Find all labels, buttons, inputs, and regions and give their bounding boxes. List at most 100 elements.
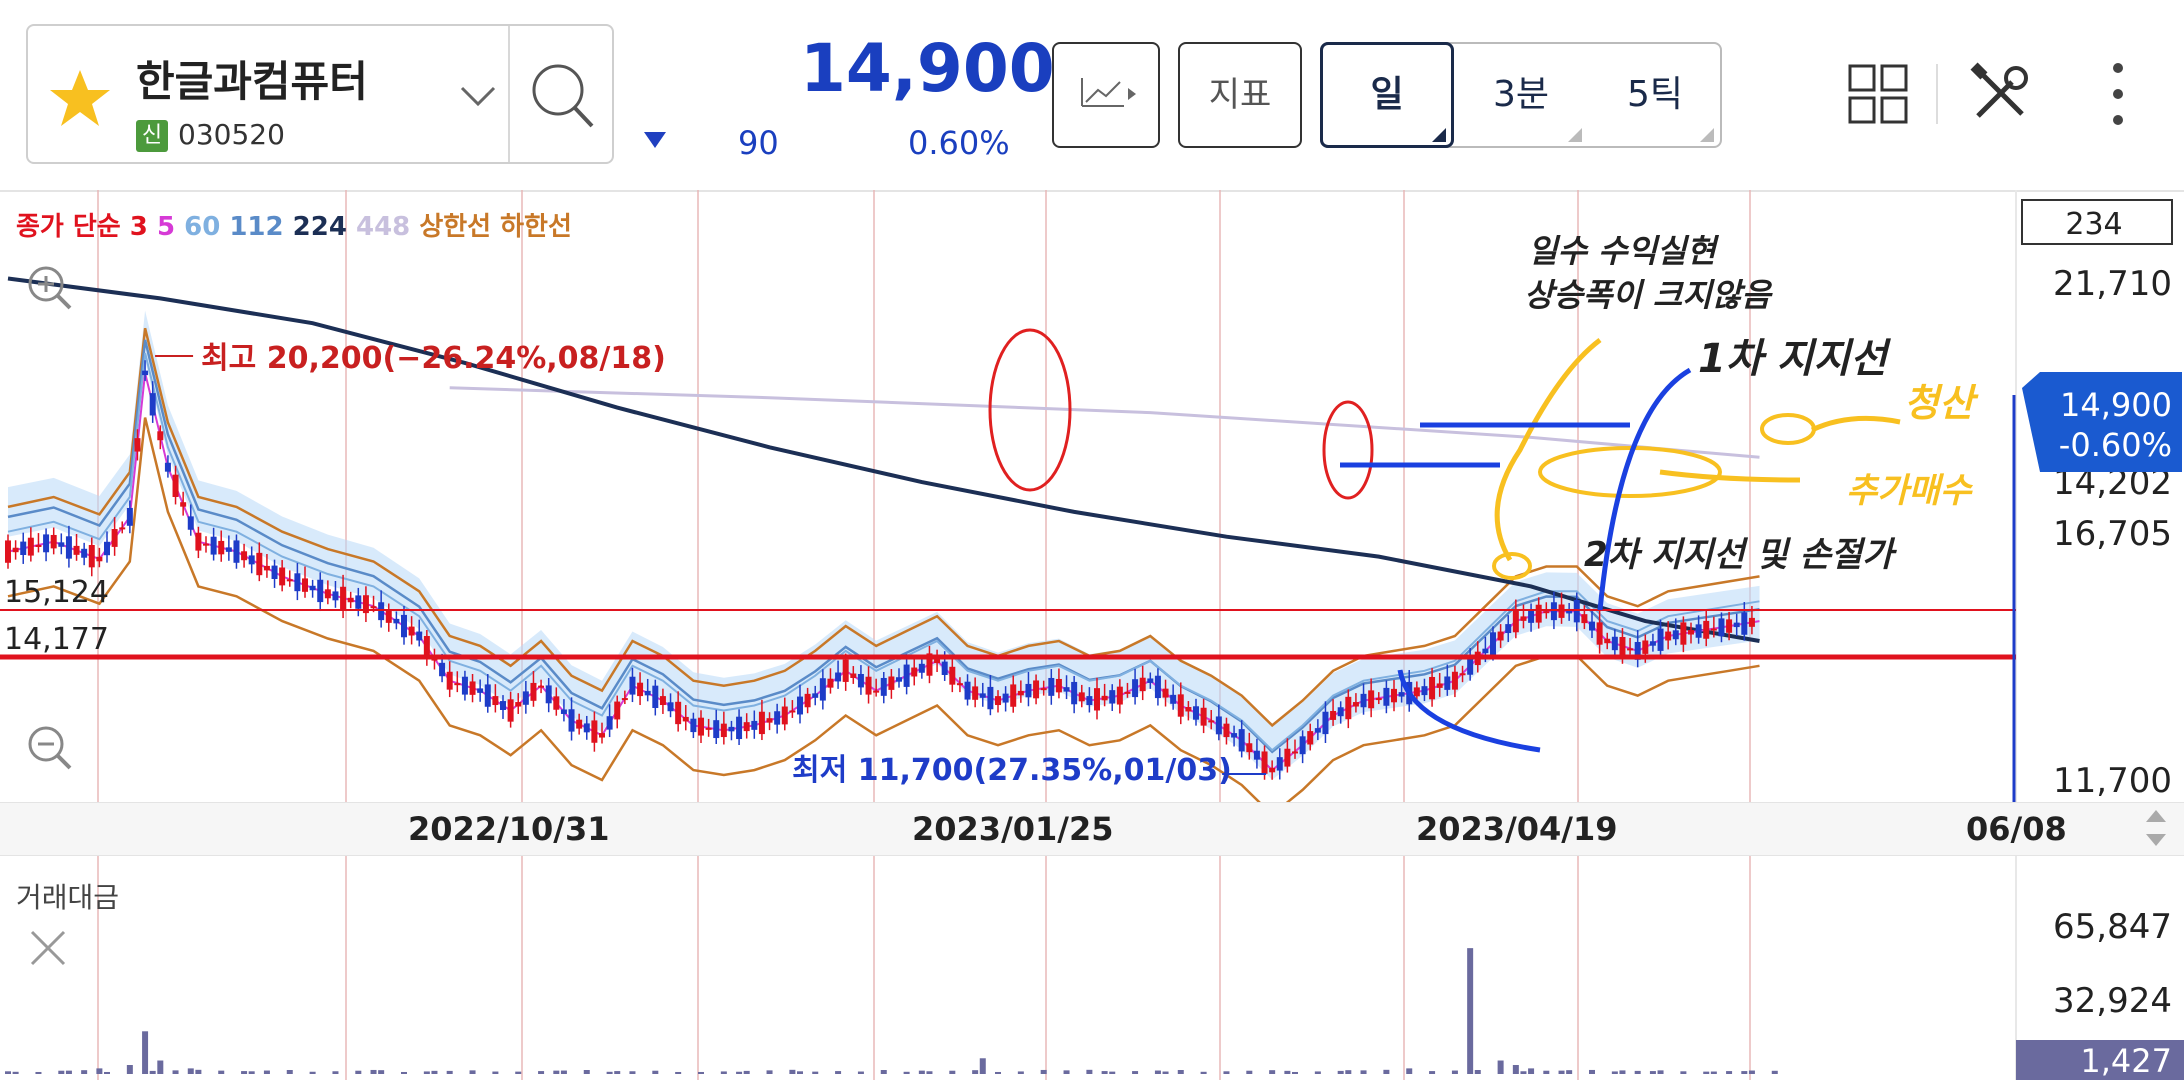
stock-selector[interactable]: 한글과컴퓨터 신 030520 [26, 24, 614, 164]
volume-bar [35, 1071, 42, 1074]
y-tick-label: 21,710 [2053, 264, 2172, 304]
candle-body [355, 595, 362, 609]
candle-body [1451, 671, 1458, 690]
candle-body [880, 677, 887, 696]
candle-body [1672, 630, 1679, 640]
candle-body [972, 686, 979, 700]
candle-body [142, 370, 149, 376]
volume-bar [1162, 1071, 1169, 1074]
price-chart[interactable]: 15,124 14,177 최고 20,200(−26.24%,08/18) 최저 … [0, 190, 2184, 802]
tools-icon[interactable] [1968, 62, 2032, 126]
candle-body [1094, 688, 1100, 711]
candle-body [1733, 622, 1740, 628]
candle-body [1238, 729, 1245, 752]
candle-body [416, 631, 423, 641]
volume-bar [1284, 1070, 1291, 1074]
candle-body [1398, 692, 1405, 697]
volume-bar [698, 1071, 704, 1074]
grid-layout-icon[interactable] [1848, 64, 1908, 124]
candle-body [1748, 617, 1755, 627]
candle-body [225, 547, 232, 552]
volume-chart[interactable]: 65,847 32,924 1,427 [0, 856, 2184, 1080]
volume-bar [1611, 1071, 1618, 1074]
candle-body [500, 701, 506, 710]
volume-bar [1748, 1070, 1755, 1074]
candle-body [819, 678, 826, 701]
candle-body [995, 696, 1001, 706]
more-vertical-icon[interactable] [2098, 58, 2138, 130]
candle-body [1284, 748, 1291, 767]
volume-bar [218, 1070, 225, 1074]
candle-body [964, 681, 971, 700]
candle-body [1139, 677, 1146, 692]
candle-body [1193, 706, 1199, 720]
legend-item: 하한선 [500, 212, 572, 242]
zoom-in-icon[interactable] [24, 262, 74, 312]
candle-body [1596, 622, 1603, 645]
candle-body [774, 711, 781, 725]
candle-body [873, 690, 880, 693]
yellow-circle [1492, 552, 1532, 580]
close-icon[interactable] [26, 926, 70, 970]
annotation-text: 상승폭이 크지않음 [1524, 276, 1773, 314]
candle-body [918, 663, 925, 673]
volume-bar [1619, 1070, 1626, 1074]
volume-bar [1406, 1068, 1413, 1074]
candle-body [50, 534, 57, 549]
candle-body [187, 516, 194, 530]
candle-body [233, 540, 240, 563]
legend-item: 60 [184, 212, 230, 242]
search-icon[interactable] [510, 26, 612, 162]
candle-body [164, 462, 171, 472]
candle-body [1383, 687, 1390, 706]
volume-bar [1040, 1069, 1047, 1074]
scroll-arrows-icon[interactable] [2140, 806, 2172, 850]
favorite-star-icon[interactable] [48, 66, 112, 130]
volume-bar [401, 1071, 407, 1074]
volume-bar [835, 1071, 842, 1074]
corner-indicator [1432, 128, 1446, 142]
candle-body [1490, 632, 1496, 655]
candle-body [104, 541, 110, 556]
annotation-text: 2차 지지선 및 손절가 [1584, 535, 1897, 575]
current-volume-value: 1,427 [2080, 1042, 2172, 1080]
volume-bar [1246, 1070, 1253, 1074]
volume-bar [652, 1070, 659, 1074]
candle-body [1688, 630, 1694, 635]
volume-bar [423, 1071, 430, 1074]
chevron-down-icon[interactable] [448, 66, 508, 126]
corner-indicator [1568, 128, 1582, 142]
candle-count: 234 [2065, 207, 2122, 242]
candle-body [1718, 618, 1725, 637]
volume-bar [1429, 1071, 1436, 1074]
max-label: 최고 20,200(−26.24%,08/18) [201, 341, 666, 376]
date-label: 2022/10/31 [408, 810, 610, 848]
volume-bar [629, 1071, 636, 1074]
ichimoku-cloud [8, 310, 1760, 780]
candle-body [797, 696, 803, 715]
candle-body [1421, 686, 1428, 696]
volume-bar [979, 1058, 986, 1074]
candle-body [1208, 720, 1215, 723]
volume-bar [104, 1071, 110, 1074]
candle-body [583, 723, 590, 733]
zoom-out-icon[interactable] [24, 722, 74, 772]
volume-bar [766, 1070, 773, 1074]
candle-body [698, 717, 704, 736]
candle-body [1497, 631, 1504, 641]
candle-body [1391, 688, 1397, 703]
volume-bar [187, 1068, 194, 1074]
chart-type-button[interactable] [1052, 42, 1160, 148]
candle-body [1726, 619, 1733, 633]
volume-bar [797, 1071, 803, 1074]
indicator-button[interactable]: 지표 [1178, 42, 1302, 148]
candle-body [568, 709, 575, 732]
candle-body [302, 578, 308, 592]
volume-bar [1474, 1069, 1481, 1074]
current-price: 14,900 [800, 30, 1055, 107]
volume-axis: 65,847 32,924 1,427 [2016, 907, 2184, 1080]
credit-badge: 신 [136, 120, 168, 152]
candle-body [1314, 728, 1321, 733]
vertical-gridlines [97, 856, 2017, 1080]
volume-bar [1497, 1060, 1504, 1074]
